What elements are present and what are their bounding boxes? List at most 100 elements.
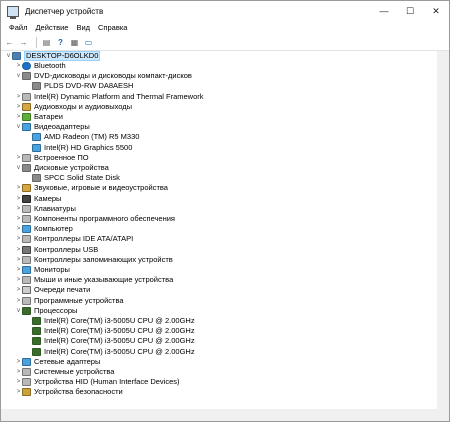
tree-item-label: Компоненты программного обеспечения (34, 214, 175, 223)
expander-icon[interactable]: > (15, 236, 22, 242)
tree-item[interactable]: > Клавиатуры (1, 204, 437, 214)
tree-item[interactable]: SPCC Solid State Disk (1, 173, 437, 183)
tree-item[interactable]: > Контроллеры USB (1, 245, 437, 255)
print-device-icon (22, 286, 31, 295)
cpu-device-icon (32, 317, 41, 325)
tree-item[interactable]: > Звуковые, игровые и видеоустройства (1, 183, 437, 193)
tree-item[interactable]: PLDS DVD-RW DA8AESH (1, 81, 437, 91)
tree-item[interactable]: AMD Radeon (TM) R5 M330 (1, 132, 437, 142)
expander-icon[interactable]: > (15, 379, 22, 385)
back-icon[interactable]: ← (4, 37, 15, 48)
tree-item[interactable]: > Bluetooth (1, 61, 437, 71)
toolbar: ← → ▤ ? ▦ ▭ (1, 34, 449, 51)
dev-device-icon (22, 153, 31, 162)
expander-icon[interactable]: > (15, 63, 22, 69)
help-icon[interactable]: ? (55, 37, 66, 48)
monitor-icon[interactable]: ▭ (83, 37, 94, 48)
menu-action[interactable]: Действие (31, 23, 72, 32)
expander-icon[interactable]: > (15, 104, 22, 110)
tree-item[interactable]: v Видеоадаптеры (1, 122, 437, 132)
expander-icon[interactable]: > (15, 206, 22, 212)
tree-item-label: Intel(R) Core(TM) i3-5005U CPU @ 2.00GHz (44, 346, 195, 356)
tree-item-label: Контроллеры IDE ATA/ATAPI (34, 234, 134, 244)
expander-icon[interactable]: > (15, 94, 22, 100)
tree-item[interactable]: > Устройства безопасности (1, 387, 437, 397)
expander-icon[interactable]: v (5, 53, 12, 59)
tree-item-label: Intel(R) Core(TM) i3-5005U CPU @ 2.00GHz (44, 326, 195, 336)
device-manager-window: Диспетчер устройств — ☐ ✕ Файл Действие … (0, 0, 450, 422)
expander-icon[interactable]: > (15, 359, 22, 365)
minimize-button[interactable]: — (371, 1, 397, 21)
tree-item-label: Компьютер (34, 224, 73, 234)
tree-item[interactable]: > Камеры (1, 194, 437, 204)
disk-device-icon (32, 174, 41, 183)
tree-item[interactable]: > Очереди печати (1, 285, 437, 295)
menu-view[interactable]: Вид (72, 23, 94, 32)
expander-icon[interactable]: > (15, 257, 22, 263)
tree-item-label: Звуковые, игровые и видеоустройства (34, 183, 168, 193)
tree-root-row[interactable]: v DESKTOP-D6OLKD0 (1, 51, 437, 61)
tree-item[interactable]: > Контроллеры IDE ATA/ATAPI (1, 234, 437, 244)
properties-icon[interactable]: ▦ (69, 37, 80, 48)
keyboard-device-icon (22, 204, 31, 213)
tree-item[interactable]: > Аудиовходы и аудиовыходы (1, 102, 437, 112)
menu-file[interactable]: Файл (5, 23, 31, 32)
expander-icon[interactable]: > (15, 216, 22, 222)
expander-icon[interactable]: v (15, 124, 22, 130)
tree-item[interactable]: Intel(R) Core(TM) i3-5005U CPU @ 2.00GHz (1, 336, 437, 346)
expander-icon[interactable]: > (15, 114, 22, 120)
tree-item[interactable]: > Компьютер (1, 224, 437, 234)
vertical-scrollbar[interactable] (437, 51, 449, 409)
tree-item[interactable]: > Сетевые адаптеры (1, 357, 437, 367)
tree-item[interactable]: > Устройства HID (Human Interface Devices… (1, 377, 437, 387)
tree-item[interactable]: Intel(R) Core(TM) i3-5005U CPU @ 2.00GHz (1, 316, 437, 326)
tree-item[interactable]: > Мониторы (1, 265, 437, 275)
expander-icon[interactable]: > (15, 196, 22, 202)
dev-device-icon (22, 215, 31, 223)
expander-icon[interactable]: v (15, 308, 22, 314)
tree-root-label: DESKTOP-D6OLKD0 (24, 51, 101, 61)
tree-item-label: SPCC Solid State Disk (44, 173, 120, 183)
tree-item[interactable]: > Батареи (1, 112, 437, 122)
expander-icon[interactable]: > (15, 389, 22, 395)
close-button[interactable]: ✕ (423, 1, 449, 21)
expander-icon[interactable]: > (15, 185, 22, 191)
expander-icon[interactable]: > (15, 277, 22, 283)
tree-item-label: Видеоадаптеры (34, 122, 90, 132)
tree-item[interactable]: Intel(R) Core(TM) i3-5005U CPU @ 2.00GHz (1, 326, 437, 336)
expander-icon[interactable]: > (15, 287, 22, 293)
cpu-device-icon (22, 306, 31, 315)
horizontal-scrollbar[interactable] (1, 409, 437, 421)
tree-item[interactable]: > Intel(R) Dynamic Platform and Thermal F… (1, 92, 437, 102)
expander-icon[interactable]: v (15, 165, 22, 171)
menu-help[interactable]: Справка (94, 23, 131, 32)
tree-item[interactable]: > Программные устройства (1, 296, 437, 306)
expander-icon[interactable]: > (15, 155, 22, 161)
tree-item-label: Контроллеры запоминающих устройств (34, 254, 173, 264)
expander-icon[interactable]: > (15, 247, 22, 253)
tree-item[interactable]: > Встроенное ПО (1, 153, 437, 163)
maximize-button[interactable]: ☐ (397, 1, 423, 21)
expander-icon[interactable]: > (15, 267, 22, 273)
computer-icon (12, 52, 21, 60)
expander-icon[interactable]: > (15, 226, 22, 232)
tree-item[interactable]: > Контроллеры запоминающих устройств (1, 255, 437, 265)
tree-item[interactable]: > Компоненты программного обеспечения (1, 214, 437, 224)
show-hide-console-tree-icon[interactable]: ▤ (41, 37, 52, 48)
menu-bar: Файл Действие Вид Справка (1, 21, 449, 34)
tree-item-label: Клавиатуры (34, 203, 76, 213)
tree-item[interactable]: v Процессоры (1, 306, 437, 316)
monitor-device-icon (22, 225, 31, 234)
expander-icon[interactable]: > (15, 369, 22, 375)
expander-icon[interactable]: v (15, 73, 22, 79)
tree-item[interactable]: v DVD-дисководы и дисководы компакт-диско… (1, 71, 437, 81)
forward-icon[interactable]: → (18, 37, 29, 48)
expander-icon[interactable]: > (15, 298, 22, 304)
tree-item[interactable]: > Мыши и иные указывающие устройства (1, 275, 437, 285)
tree-item-label: Очереди печати (34, 285, 91, 295)
tree-item[interactable]: v Дисковые устройства (1, 163, 437, 173)
tree-item[interactable]: Intel(R) HD Graphics 5500 (1, 143, 437, 153)
tree-item[interactable]: Intel(R) Core(TM) i3-5005U CPU @ 2.00GHz (1, 347, 437, 357)
tree-item[interactable]: > Системные устройства (1, 367, 437, 377)
tree-item-label: Встроенное ПО (34, 152, 89, 162)
